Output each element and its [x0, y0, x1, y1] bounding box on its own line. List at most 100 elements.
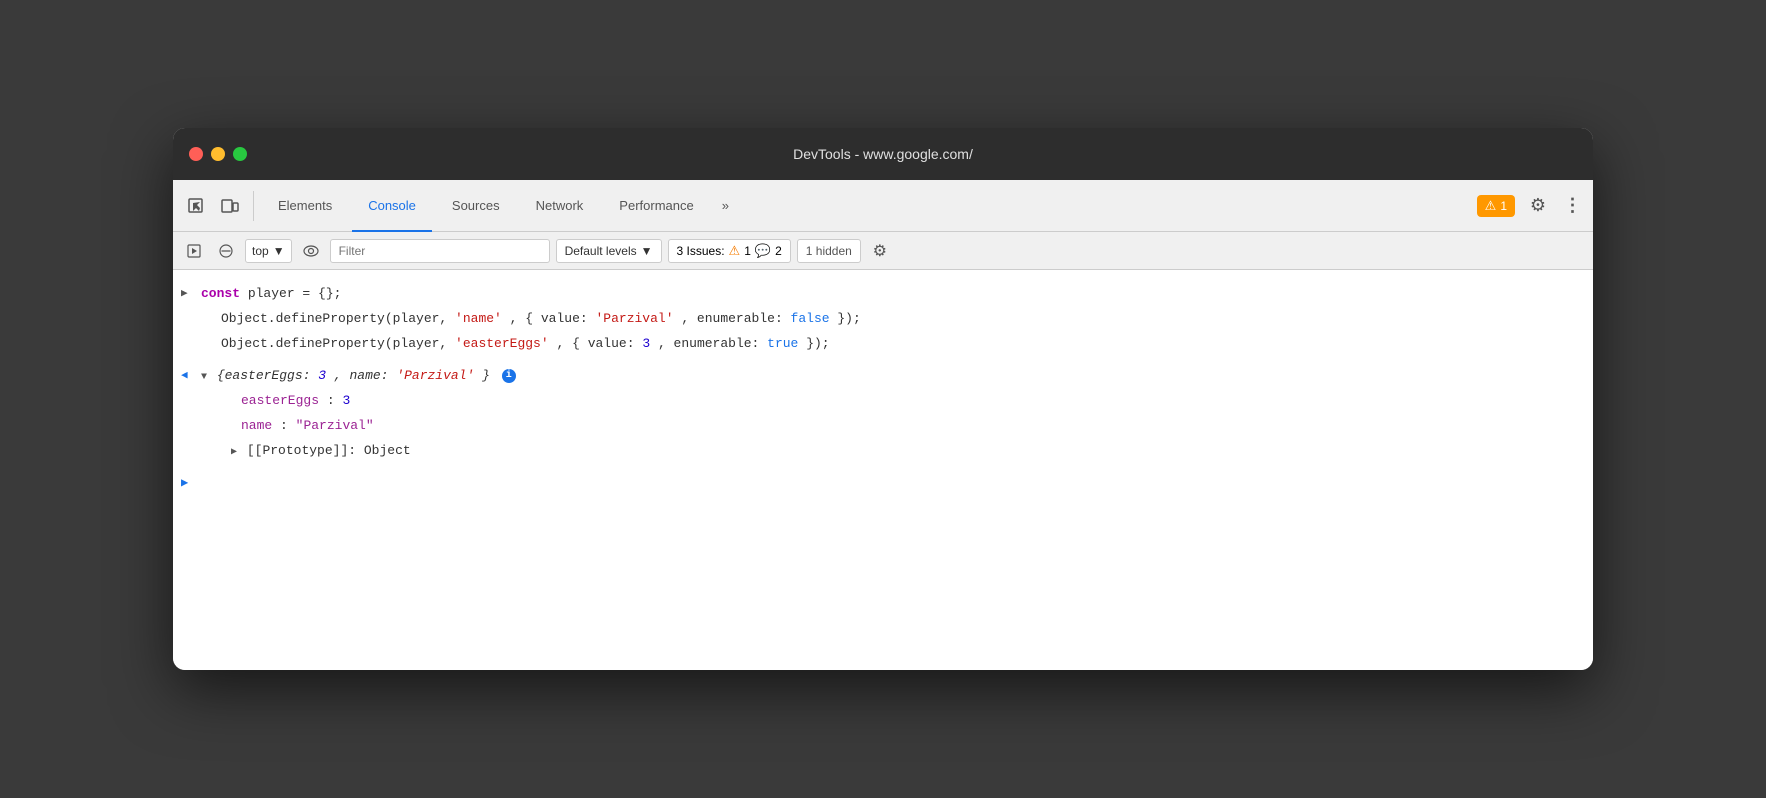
filter-input[interactable]: [330, 239, 550, 263]
proto-row: ▶ [[Prototype]]: Object: [173, 439, 1593, 464]
hidden-issues-pill[interactable]: 1 hidden: [797, 239, 861, 263]
log-levels-label: Default levels: [565, 244, 637, 258]
tab-network[interactable]: Network: [520, 180, 600, 232]
toolbar-separator: [253, 191, 254, 221]
colon-1: :: [327, 393, 343, 408]
more-options-button[interactable]: ⋮: [1561, 191, 1585, 221]
proto-content: ▶ [[Prototype]]: Object: [201, 441, 1585, 462]
define-prop-2: Object.defineProperty(player,: [221, 336, 455, 351]
tab-performance[interactable]: Performance: [603, 180, 709, 232]
devtools-window: DevTools - www.google.com/ Elements Cons…: [173, 128, 1593, 670]
tab-elements[interactable]: Elements: [262, 180, 348, 232]
result-parzival: 'Parzival': [396, 368, 474, 383]
input-expand-arrow[interactable]: ▶: [181, 286, 201, 304]
tab-console[interactable]: Console: [352, 180, 432, 232]
result-expand-icon[interactable]: ▼: [201, 372, 207, 383]
maximize-button[interactable]: [233, 147, 247, 161]
false-keyword: false: [791, 311, 830, 326]
easter-eggs-value: 3: [342, 393, 350, 408]
variable-text: player = {};: [248, 286, 342, 301]
prop-easter-eggs-row: easterEggs : 3: [173, 389, 1593, 414]
console-input-row: ▶ const player = {};: [173, 282, 1593, 307]
prop-name-content: name : "Parzival": [201, 416, 1585, 437]
toolbar-right: ⚠ 1 ⚙ ⋮: [1477, 191, 1585, 221]
result-obj-close: }: [482, 368, 490, 383]
define-enum-2: , enumerable:: [658, 336, 767, 351]
clear-console-button[interactable]: [213, 238, 239, 264]
name-key: name: [241, 418, 272, 433]
live-expressions-button[interactable]: [298, 238, 324, 264]
issues-badge[interactable]: ⚠ 1: [1477, 195, 1515, 217]
warn-count: 1: [744, 244, 751, 258]
prop-name-row: name : "Parzival": [173, 414, 1593, 439]
console-toolbar: top ▼ Default levels ▼ 3 Issues: ⚠ 1 💬 2: [173, 232, 1593, 270]
cursor-inspect-icon: [187, 197, 205, 215]
number-3: 3: [642, 336, 650, 351]
tab-sources[interactable]: Sources: [436, 180, 516, 232]
console-input-content: const player = {};: [201, 284, 1585, 305]
name-value: "Parzival": [296, 418, 374, 433]
close-button[interactable]: [189, 147, 203, 161]
row-separator: [173, 356, 1593, 364]
no-entry-icon: [219, 244, 233, 258]
eye-icon: [303, 245, 319, 257]
device-icon: [221, 197, 239, 215]
window-title: DevTools - www.google.com/: [793, 146, 973, 162]
row-separator-2: [173, 464, 1593, 472]
prop-easter-eggs-content: easterEggs : 3: [201, 391, 1585, 412]
console-line3-content: Object.defineProperty(player, 'easterEgg…: [201, 334, 1585, 355]
console-line3-row: Object.defineProperty(player, 'easterEgg…: [173, 332, 1593, 357]
console-result-row: ◀ ▼ {easterEggs: 3 , name: 'Parzival' } …: [173, 364, 1593, 389]
titlebar: DevTools - www.google.com/: [173, 128, 1593, 180]
play-icon: [187, 244, 201, 258]
name-string: 'name': [455, 311, 502, 326]
context-label: top: [252, 244, 269, 258]
context-arrow-icon: ▼: [273, 244, 285, 258]
define-prop-1: Object.defineProperty(player,: [221, 311, 455, 326]
console-result-content: ▼ {easterEggs: 3 , name: 'Parzival' } i: [201, 366, 1585, 387]
log-levels-arrow-icon: ▼: [641, 244, 653, 258]
log-levels-selector[interactable]: Default levels ▼: [556, 239, 662, 263]
console-settings-button[interactable]: ⚙: [867, 238, 893, 264]
warn-count-icon: ⚠: [729, 243, 741, 259]
chat-count: 2: [775, 244, 782, 258]
more-tabs-button[interactable]: »: [714, 180, 737, 232]
context-selector[interactable]: top ▼: [245, 239, 292, 263]
colon-2: :: [280, 418, 296, 433]
issues-text: 3 Issues:: [677, 244, 725, 258]
console-body: ▶ const player = {}; Object.defineProper…: [173, 270, 1593, 670]
result-obj-text: {easterEggs:: [217, 368, 318, 383]
result-back-arrow[interactable]: ◀: [181, 368, 201, 386]
result-obj-name: , name:: [334, 368, 396, 383]
define-close-1: });: [837, 311, 860, 326]
const-keyword: const: [201, 286, 240, 301]
proto-expand-icon[interactable]: ▶: [231, 447, 237, 458]
settings-gear-button[interactable]: ⚙: [1523, 191, 1553, 221]
define-enum-1: , enumerable:: [681, 311, 790, 326]
issues-count: 1: [1500, 199, 1507, 213]
easter-eggs-key: easterEggs: [241, 393, 319, 408]
result-3: 3: [318, 368, 326, 383]
console-prompt-row[interactable]: ▶: [173, 472, 1593, 495]
parzival-string: 'Parzival': [596, 311, 674, 326]
minimize-button[interactable]: [211, 147, 225, 161]
issues-pill[interactable]: 3 Issues: ⚠ 1 💬 2: [668, 239, 791, 263]
execute-button[interactable]: [181, 238, 207, 264]
device-toggle-button[interactable]: [215, 191, 245, 221]
console-line2-content: Object.defineProperty(player, 'name' , {…: [201, 309, 1585, 330]
define-value-2: , { value:: [556, 336, 642, 351]
easter-eggs-string: 'easterEggs': [455, 336, 549, 351]
define-close-2: });: [806, 336, 829, 351]
info-icon[interactable]: i: [502, 369, 516, 383]
traffic-lights: [189, 147, 247, 161]
hidden-label: 1 hidden: [806, 244, 852, 258]
main-toolbar: Elements Console Sources Network Perform…: [173, 180, 1593, 232]
true-keyword: true: [767, 336, 798, 351]
prompt-arrow-icon: ▶: [181, 474, 188, 493]
chat-icon: 💬: [755, 243, 771, 259]
define-value-1: , { value:: [510, 311, 596, 326]
warn-icon: ⚠: [1485, 198, 1497, 214]
console-line2-row: Object.defineProperty(player, 'name' , {…: [173, 307, 1593, 332]
inspect-icon-button[interactable]: [181, 191, 211, 221]
proto-text: [[Prototype]]: Object: [247, 443, 411, 458]
